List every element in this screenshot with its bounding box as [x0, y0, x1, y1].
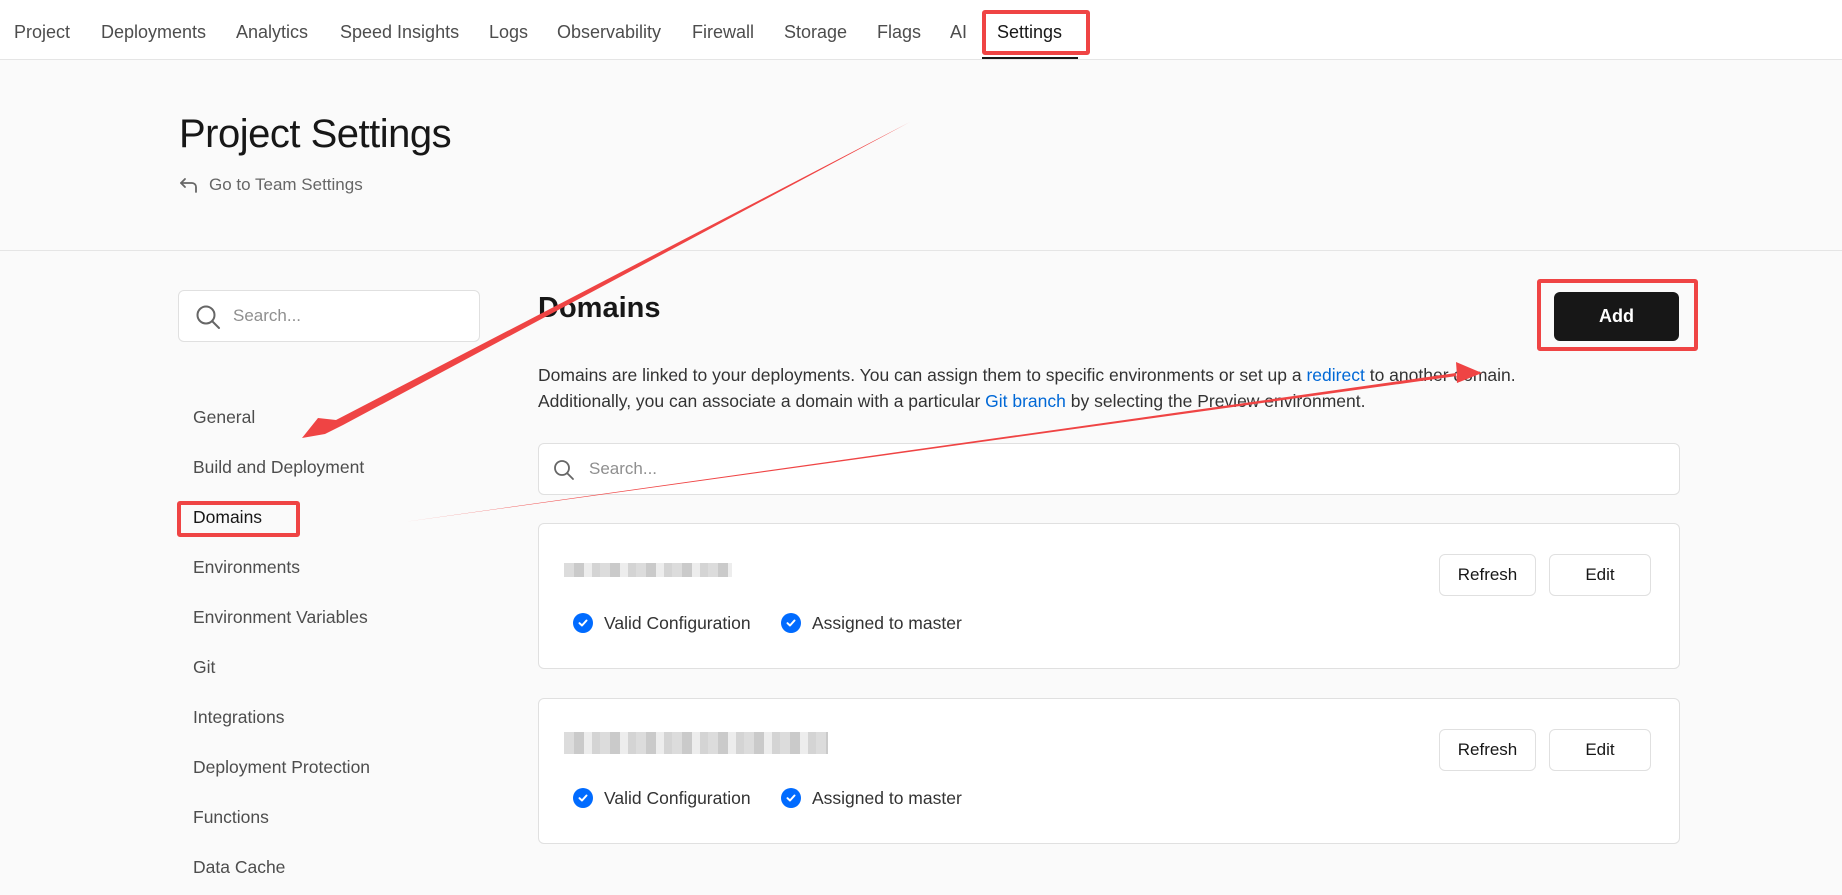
domains-search[interactable] — [538, 443, 1680, 495]
valid-configuration-status: Valid Configuration — [573, 787, 751, 809]
status-label: Valid Configuration — [604, 787, 751, 808]
tab-speed-insights[interactable]: Speed Insights — [340, 0, 459, 60]
refresh-button[interactable]: Refresh — [1439, 729, 1536, 771]
tab-project[interactable]: Project — [14, 0, 70, 60]
tab-ai[interactable]: AI — [950, 0, 967, 60]
description-text: Domains are linked to your deployments. … — [538, 365, 1307, 385]
tab-storage[interactable]: Storage — [784, 0, 847, 60]
sidebar-item-deployment-protection[interactable]: Deployment Protection — [193, 756, 370, 778]
check-circle-icon — [573, 613, 593, 633]
check-circle-icon — [781, 613, 801, 633]
status-label: Valid Configuration — [604, 612, 751, 633]
sidebar-item-build-and-deployment[interactable]: Build and Deployment — [193, 456, 364, 478]
domains-description: Domains are linked to your deployments. … — [538, 362, 1588, 414]
sidebar-item-integrations[interactable]: Integrations — [193, 706, 284, 728]
add-domain-button[interactable]: Add — [1554, 292, 1679, 341]
domains-title: Domains — [538, 292, 661, 324]
assigned-branch-status: Assigned to master — [781, 787, 962, 809]
sidebar-search[interactable] — [178, 290, 480, 342]
description-text: by selecting the Preview environment. — [1065, 391, 1366, 411]
check-circle-icon — [781, 788, 801, 808]
sidebar-item-general[interactable]: General — [193, 406, 255, 428]
tab-analytics[interactable]: Analytics — [236, 0, 308, 60]
description-text: to another domain. — [1364, 365, 1516, 385]
corner-up-left-icon — [180, 178, 197, 193]
domain-name-redacted[interactable] — [564, 563, 732, 577]
domain-name-redacted[interactable] — [564, 732, 828, 754]
search-icon — [554, 460, 574, 480]
team-link-label: Go to Team Settings — [209, 175, 363, 194]
sidebar-item-data-cache[interactable]: Data Cache — [193, 856, 285, 878]
domain-card: Refresh Edit Valid Configuration Assigne… — [538, 698, 1680, 844]
sidebar-search-input[interactable] — [233, 291, 463, 341]
sidebar-item-environment-variables[interactable]: Environment Variables — [193, 606, 368, 628]
active-tab-indicator — [982, 57, 1078, 59]
sidebar-item-environments[interactable]: Environments — [193, 556, 300, 578]
refresh-button[interactable]: Refresh — [1439, 554, 1536, 596]
tab-logs[interactable]: Logs — [489, 0, 528, 60]
top-navigation: Project Deployments Analytics Speed Insi… — [0, 0, 1842, 60]
check-circle-icon — [573, 788, 593, 808]
edit-button[interactable]: Edit — [1549, 554, 1651, 596]
tab-observability[interactable]: Observability — [557, 0, 661, 60]
sidebar-item-functions[interactable]: Functions — [193, 806, 269, 828]
status-label: Assigned to master — [812, 612, 962, 633]
page-title: Project Settings — [179, 112, 452, 156]
search-icon — [196, 305, 220, 329]
domains-search-input[interactable] — [589, 444, 1659, 494]
tab-settings[interactable]: Settings — [997, 0, 1062, 60]
page-header: Project Settings Go to Team Settings — [0, 60, 1842, 251]
domain-card: Refresh Edit Valid Configuration Assigne… — [538, 523, 1680, 669]
tab-flags[interactable]: Flags — [877, 0, 921, 60]
status-label: Assigned to master — [812, 787, 962, 808]
description-text: Additionally, you can associate a domain… — [538, 391, 986, 411]
assigned-branch-status: Assigned to master — [781, 612, 962, 634]
redirect-link[interactable]: redirect — [1306, 365, 1364, 385]
tab-firewall[interactable]: Firewall — [692, 0, 754, 60]
git-branch-link[interactable]: Git branch — [985, 391, 1066, 411]
tab-deployments[interactable]: Deployments — [101, 0, 206, 60]
sidebar-item-domains[interactable]: Domains — [193, 506, 262, 528]
edit-button[interactable]: Edit — [1549, 729, 1651, 771]
valid-configuration-status: Valid Configuration — [573, 612, 751, 634]
sidebar-item-git[interactable]: Git — [193, 656, 215, 678]
go-to-team-settings-link[interactable]: Go to Team Settings — [179, 174, 363, 196]
